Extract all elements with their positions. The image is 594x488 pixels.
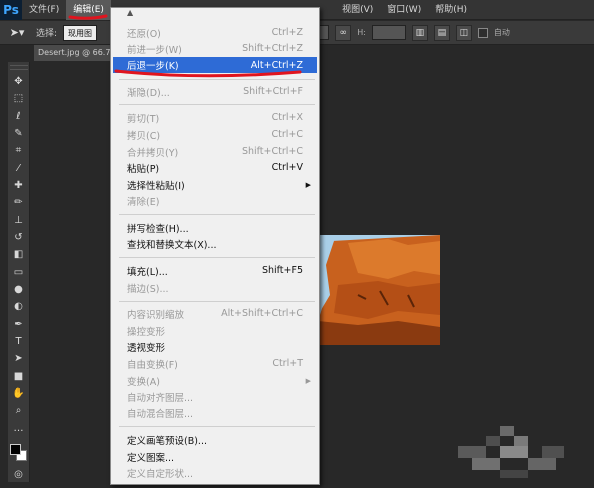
select-label: 选择: [36,29,58,39]
healing-brush-icon[interactable]: ✚ [10,178,28,193]
dodge-tool-icon[interactable]: ◐ [10,299,28,314]
menu-item-copy-merged[interactable]: 合并拷贝(Y) Shift+Ctrl+C [113,144,317,159]
eraser-tool-icon[interactable]: ◧ [10,247,28,262]
submenu-arrow-icon: ▶ [305,180,311,189]
distribute-icon[interactable]: ▤ [433,24,450,41]
menu-edit[interactable]: 编辑(E) [66,0,111,20]
type-tool-icon[interactable]: T [10,334,28,349]
height-input[interactable] [371,25,406,40]
height-label: H: [357,28,366,37]
menu-help[interactable]: 帮助(H) [428,0,474,20]
desert-photo [318,235,440,345]
menu-item-step-forward[interactable]: 前进一步(W) Shift+Ctrl+Z [113,41,317,56]
gradient-tool-icon[interactable]: ▭ [10,264,28,279]
pixelated-watermark [458,426,564,478]
rectangle-tool-icon[interactable]: ■ [10,368,28,383]
eyedropper-tool-icon[interactable]: ⁄ [10,161,28,176]
toolbar-grip[interactable] [9,65,28,70]
menu-item-copy[interactable]: 拷贝(C) Ctrl+C [113,127,317,142]
blur-tool-icon[interactable]: ● [10,282,28,297]
menu-item-step-backward[interactable]: 后退一步(K) Alt+Ctrl+Z [113,57,317,73]
select-dropdown[interactable]: 现用图 [63,24,98,41]
menu-separator [119,257,315,258]
align-icon[interactable]: ▥ [411,24,428,41]
menu-item-define-brush[interactable]: 定义画笔预设(B)... [113,432,317,447]
menu-item-puppet-warp[interactable]: 操控变形 [113,323,317,338]
menu-item-transform[interactable]: 变换(A) ▶ [113,373,317,388]
auto-checkbox-label: 自动 [493,28,510,37]
move-tool-icon[interactable]: ✥ [10,74,28,89]
menu-view[interactable]: 视图(V) [335,0,380,20]
menu-separator [119,104,315,105]
desert-photo-image [318,235,440,345]
menu-item-paste[interactable]: 粘贴(P) Ctrl+V [113,160,317,175]
menu-separator [119,79,315,80]
menu-item-define-shape[interactable]: 定义自定形状... [113,465,317,480]
photoshop-logo: Ps [0,0,22,20]
hand-tool-icon[interactable]: ✋ [10,386,28,401]
scroll-up-arrow-icon[interactable]: ▲ [111,8,319,18]
menu-window[interactable]: 窗口(W) [380,0,428,20]
auto-checkbox[interactable] [477,27,488,38]
menu-item-check-spelling[interactable]: 拼写检查(H)... [113,220,317,235]
clone-stamp-icon[interactable]: ⊥ [10,213,28,228]
menu-item-content-aware-scale[interactable]: 内容识别缩放 Alt+Shift+Ctrl+C [113,306,317,321]
submenu-arrow-icon: ▶ [305,376,311,385]
menu-item-find-replace[interactable]: 查找和替换文本(X)... [113,236,317,251]
menu-separator [119,214,315,215]
menu-item-paste-special[interactable]: 选择性粘贴(I) ▶ [113,177,317,192]
tools-panel: ✥ ⬚ ℓ ✎ ⌗ ⁄ ✚ ✏ ⊥ ↺ ◧ ▭ ● ◐ ✒ T ➤ ■ ✋ ⌕ … [8,62,30,482]
edit-menu-dropdown: ▲ 还原(O) Ctrl+Z 前进一步(W) Shift+Ctrl+Z 后退一步… [110,7,320,485]
quick-select-tool-icon[interactable]: ✎ [10,126,28,141]
menu-file[interactable]: 文件(F) [22,0,66,20]
menu-item-free-transform[interactable]: 自由变换(F) Ctrl+T [113,356,317,371]
menu-item-undo[interactable]: 还原(O) Ctrl+Z [113,25,317,40]
menu-item-fill[interactable]: 填充(L)... Shift+F5 [113,263,317,278]
crop-tool-icon[interactable]: ⌗ [10,143,28,158]
lasso-tool-icon[interactable]: ℓ [10,109,28,124]
marquee-tool-icon[interactable]: ⬚ [10,91,28,106]
menu-item-perspective-warp[interactable]: 透视变形 [113,339,317,354]
pen-tool-icon[interactable]: ✒ [10,316,28,331]
menu-item-cut[interactable]: 剪切(T) Ctrl+X [113,110,317,125]
menu-separator [119,426,315,427]
color-swatches[interactable] [9,443,28,465]
move-tool-preset-icon[interactable]: ➤▾ [4,24,30,42]
history-brush-icon[interactable]: ↺ [10,230,28,245]
brush-tool-icon[interactable]: ✏ [10,195,28,210]
menu-item-fade[interactable]: 渐隐(D)... Shift+Ctrl+F [113,84,317,99]
menu-separator [119,301,315,302]
arrange-icon[interactable]: ◫ [455,24,472,41]
menu-item-auto-blend[interactable]: 自动混合图层... [113,405,317,420]
link-icon[interactable]: ∞ [335,24,352,41]
path-select-icon[interactable]: ➤ [10,351,28,366]
more-tools-icon[interactable]: … [10,420,28,435]
menu-item-stroke[interactable]: 描边(S)... [113,280,317,295]
quick-mask-icon[interactable]: ◎ [10,467,28,482]
menu-item-auto-align[interactable]: 自动对齐图层... [113,389,317,404]
menu-item-clear[interactable]: 清除(E) [113,193,317,208]
menu-item-define-pattern[interactable]: 定义图案... [113,449,317,464]
zoom-tool-icon[interactable]: ⌕ [10,403,28,418]
foreground-color-swatch[interactable] [9,443,21,455]
